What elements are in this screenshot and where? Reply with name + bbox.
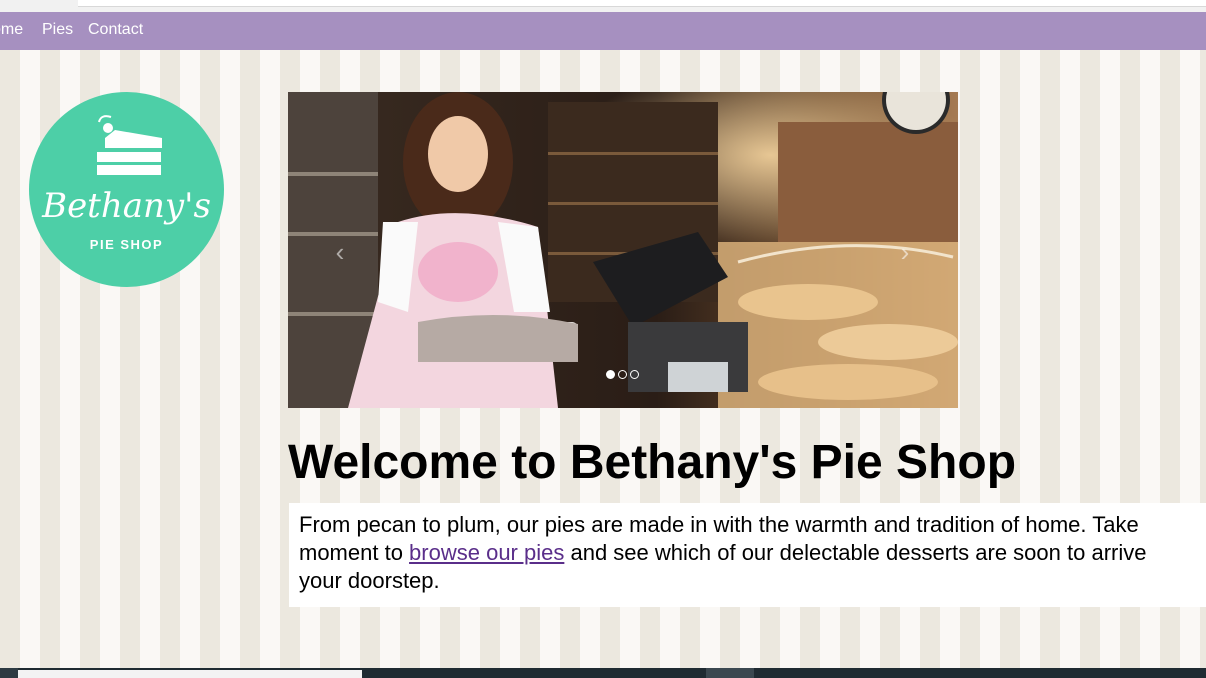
- intro-line-1: From pecan to plum, our pies are made in…: [299, 512, 1139, 537]
- start-button[interactable]: [0, 668, 18, 678]
- taskbar-app-button[interactable]: [706, 668, 754, 678]
- carousel-dot-3[interactable]: [630, 370, 639, 379]
- carousel-next-arrow[interactable]: ›: [893, 239, 917, 265]
- logo-subtitle: PIE SHOP: [89, 237, 164, 252]
- carousel-indicators: [606, 370, 639, 380]
- nav-home-link[interactable]: ome: [0, 21, 23, 39]
- carousel-dot-1[interactable]: [606, 370, 615, 379]
- nav-contact-link[interactable]: Contact: [88, 21, 143, 39]
- top-navbar: ome Pies Contact: [0, 12, 1206, 50]
- carousel-prev-arrow[interactable]: ‹: [328, 239, 352, 265]
- intro-line-2: moment to browse our pies and see which …: [299, 539, 1206, 567]
- intro-line-3: your doorstep.: [299, 568, 440, 593]
- intro-line-2-end: and see which of our delectable desserts…: [564, 540, 1147, 565]
- intro-paragraph: From pecan to plum, our pies are made in…: [299, 511, 1206, 595]
- image-carousel[interactable]: ‹ ›: [288, 92, 958, 408]
- logo-name: Bethany's: [42, 186, 211, 226]
- carousel-dot-2[interactable]: [618, 370, 627, 379]
- shop-logo[interactable]: Bethany's PIE SHOP: [29, 92, 224, 287]
- nav-pies-link[interactable]: Pies: [42, 21, 73, 39]
- page-title: Welcome to Bethany's Pie Shop: [288, 436, 1017, 489]
- carousel-slide-image: [288, 92, 958, 408]
- intro-panel: From pecan to plum, our pies are made in…: [289, 503, 1206, 607]
- browser-chrome-edge: [0, 0, 1206, 12]
- browse-pies-link[interactable]: browse our pies: [409, 540, 564, 565]
- intro-line-2-start: moment to: [299, 540, 410, 565]
- os-taskbar: [0, 668, 1206, 678]
- address-bar-edge[interactable]: [78, 0, 1206, 7]
- taskbar-search-box[interactable]: [18, 670, 362, 678]
- page-content: Bethany's PIE SHOP ‹ › Welcome to Bethan…: [0, 50, 1206, 668]
